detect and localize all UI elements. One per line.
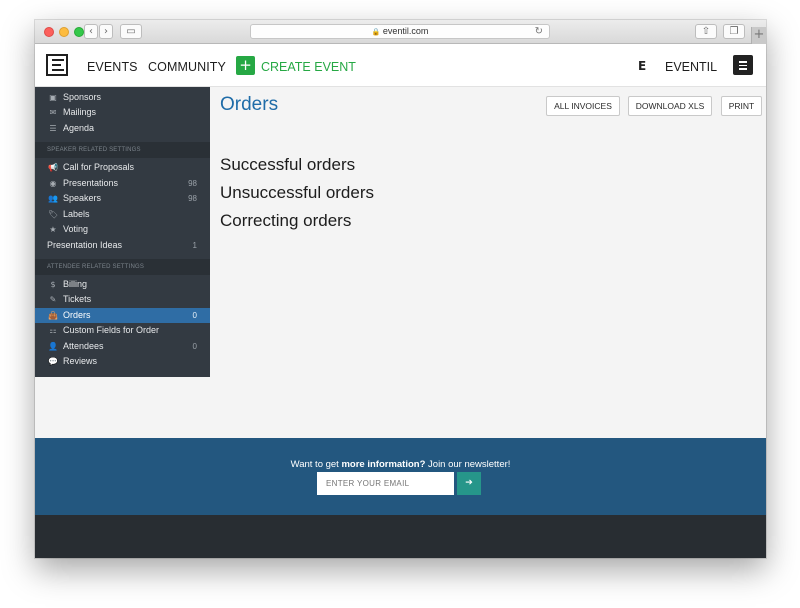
newsletter-section: Want to get more information? Join our n… [35, 438, 766, 515]
tabs-overview-icon[interactable]: ❐ [723, 24, 745, 39]
reload-icon[interactable]: ↻ [535, 25, 543, 38]
newsletter-text: Want to get more information? Join our n… [35, 459, 766, 470]
sidebar-item-label: Presentation Ideas [47, 240, 123, 250]
eventil-logo[interactable] [46, 54, 68, 76]
shopping-bag-icon: 👜 [48, 311, 58, 320]
page-title: Orders [220, 94, 279, 115]
sidebar-item-label: Speakers [63, 193, 102, 203]
correcting-orders-link[interactable]: Correcting orders [220, 211, 351, 231]
sidebar-item-voting[interactable]: ★ Voting [35, 222, 210, 237]
lock-icon: 🔒 [371, 29, 381, 36]
print-button[interactable]: PRINT [721, 96, 762, 116]
browser-window: ‹ › ▭ 🔒 eventil.com ↻ ⇧ ❐ + EVENTS COMMU… [35, 20, 766, 558]
sidebar-item-labels[interactable]: 🏷 Labels [35, 207, 210, 222]
top-navigation: EVENTS COMMUNITY + CREATE EVENT E EVENTI… [35, 44, 766, 87]
brand-name[interactable]: EVENTIL [665, 60, 717, 74]
sidebar-item-presentations[interactable]: ◉ Presentations 98 [35, 176, 210, 191]
sidebar-item-label: Orders [63, 310, 91, 320]
form-fields-icon: ⚏ [49, 326, 57, 335]
new-tab-icon[interactable]: + [751, 27, 766, 44]
sidebar-item-label: Tickets [63, 294, 92, 304]
list-icon: ☰ [49, 124, 57, 133]
unsuccessful-orders-link[interactable]: Unsuccessful orders [220, 183, 374, 203]
dollar-icon: $ [50, 280, 56, 289]
brand-logo-icon: E [638, 59, 647, 73]
create-event-link[interactable]: CREATE EVENT [261, 60, 356, 74]
sidebar-item-speakers[interactable]: 👥 Speakers 98 [35, 191, 210, 206]
sidebar-item-attendees[interactable]: 👤 Attendees 0 [35, 339, 210, 354]
sidebar-item-label: Sponsors [63, 92, 102, 102]
sidebar-item-label: Labels [63, 209, 90, 219]
sidebar-item-reviews[interactable]: 💬 Reviews [35, 354, 210, 369]
sidebar-item-label: Custom Fields for Order [63, 325, 160, 335]
zoom-window-button[interactable] [74, 27, 84, 37]
sidebar-item-orders[interactable]: 👜 Orders 0 [35, 308, 210, 323]
users-icon: 👥 [48, 194, 58, 203]
sidebar-item-mailings[interactable]: ✉ Mailings [35, 105, 210, 120]
sidebar-item-count: 1 [192, 241, 197, 250]
presentation-icon: ◉ [49, 179, 57, 188]
sidebar-item-custom-fields[interactable]: ⚏ Custom Fields for Order [35, 323, 210, 338]
sidebar-item-label: Mailings [63, 107, 97, 117]
hamburger-menu-button[interactable] [733, 55, 753, 75]
sidebar-item-presentation-ideas[interactable]: Presentation Ideas 1 [35, 238, 210, 253]
forward-icon[interactable]: › [99, 24, 113, 39]
page-footer [35, 515, 766, 558]
successful-orders-link[interactable]: Successful orders [220, 155, 355, 175]
newsletter-email-input[interactable] [317, 472, 454, 495]
sidebar-item-label: Reviews [63, 356, 98, 366]
create-event-plus-icon[interactable]: + [236, 56, 255, 75]
minimize-window-button[interactable] [59, 27, 69, 37]
sidebar-item-label: Voting [63, 224, 89, 234]
address-bar[interactable]: 🔒 eventil.com ↻ [250, 24, 550, 39]
tag-icon: 🏷 [48, 210, 59, 219]
newsletter-text-prefix: Want to get [290, 459, 342, 470]
sidebar-item-count: 0 [192, 342, 197, 351]
speaker-settings-heading: SPEAKER RELATED SETTINGS [35, 142, 210, 158]
share-icon[interactable]: ⇧ [695, 24, 717, 39]
sidebar-item-agenda[interactable]: ☰ Agenda [35, 121, 210, 136]
sidebar-toggle-icon[interactable]: ▭ [120, 24, 142, 39]
ticket-icon: ✎ [49, 295, 57, 304]
sidebar-item-count: 98 [188, 194, 197, 203]
sidebar-item-count: 98 [188, 179, 197, 188]
comments-icon: 💬 [48, 357, 58, 366]
megaphone-icon: 📢 [48, 163, 58, 172]
newsletter-submit-button[interactable]: ➔ [457, 472, 481, 495]
sidebar-item-billing[interactable]: $ Billing [35, 277, 210, 292]
sidebar-item-label: Attendees [63, 341, 104, 351]
sidebar-item-label: Call for Proposals [63, 162, 135, 172]
user-add-icon: 👤 [48, 342, 58, 351]
download-xls-button[interactable]: DOWNLOAD XLS [628, 96, 712, 116]
sidebar-item-label: Billing [63, 279, 88, 289]
back-icon[interactable]: ‹ [84, 24, 98, 39]
browser-titlebar: ‹ › ▭ 🔒 eventil.com ↻ ⇧ ❐ + [35, 20, 766, 44]
nav-community[interactable]: COMMUNITY [148, 60, 226, 74]
address-bar-url: eventil.com [382, 26, 429, 36]
newsletter-text-suffix: Join our newsletter! [425, 459, 511, 470]
settings-sidebar: ▣ Sponsors ✉ Mailings ☰ Agenda SPEAKER R… [35, 87, 210, 377]
star-icon: ★ [49, 225, 57, 234]
all-invoices-button[interactable]: ALL INVOICES [546, 96, 620, 116]
sidebar-item-tickets[interactable]: ✎ Tickets [35, 292, 210, 307]
envelope-icon: ✉ [49, 108, 57, 117]
newsletter-text-bold: more information? [341, 459, 426, 470]
nav-events[interactable]: EVENTS [87, 60, 138, 74]
sidebar-item-count: 0 [192, 311, 197, 320]
sponsors-icon: ▣ [49, 93, 57, 102]
attendee-settings-heading: ATTENDEE RELATED SETTINGS [35, 259, 210, 275]
sidebar-item-label: Presentations [63, 178, 119, 188]
close-window-button[interactable] [44, 27, 54, 37]
sidebar-item-call-for-proposals[interactable]: 📢 Call for Proposals [35, 160, 210, 175]
sidebar-item-sponsors[interactable]: ▣ Sponsors [35, 90, 210, 105]
sidebar-item-label: Agenda [63, 123, 95, 133]
